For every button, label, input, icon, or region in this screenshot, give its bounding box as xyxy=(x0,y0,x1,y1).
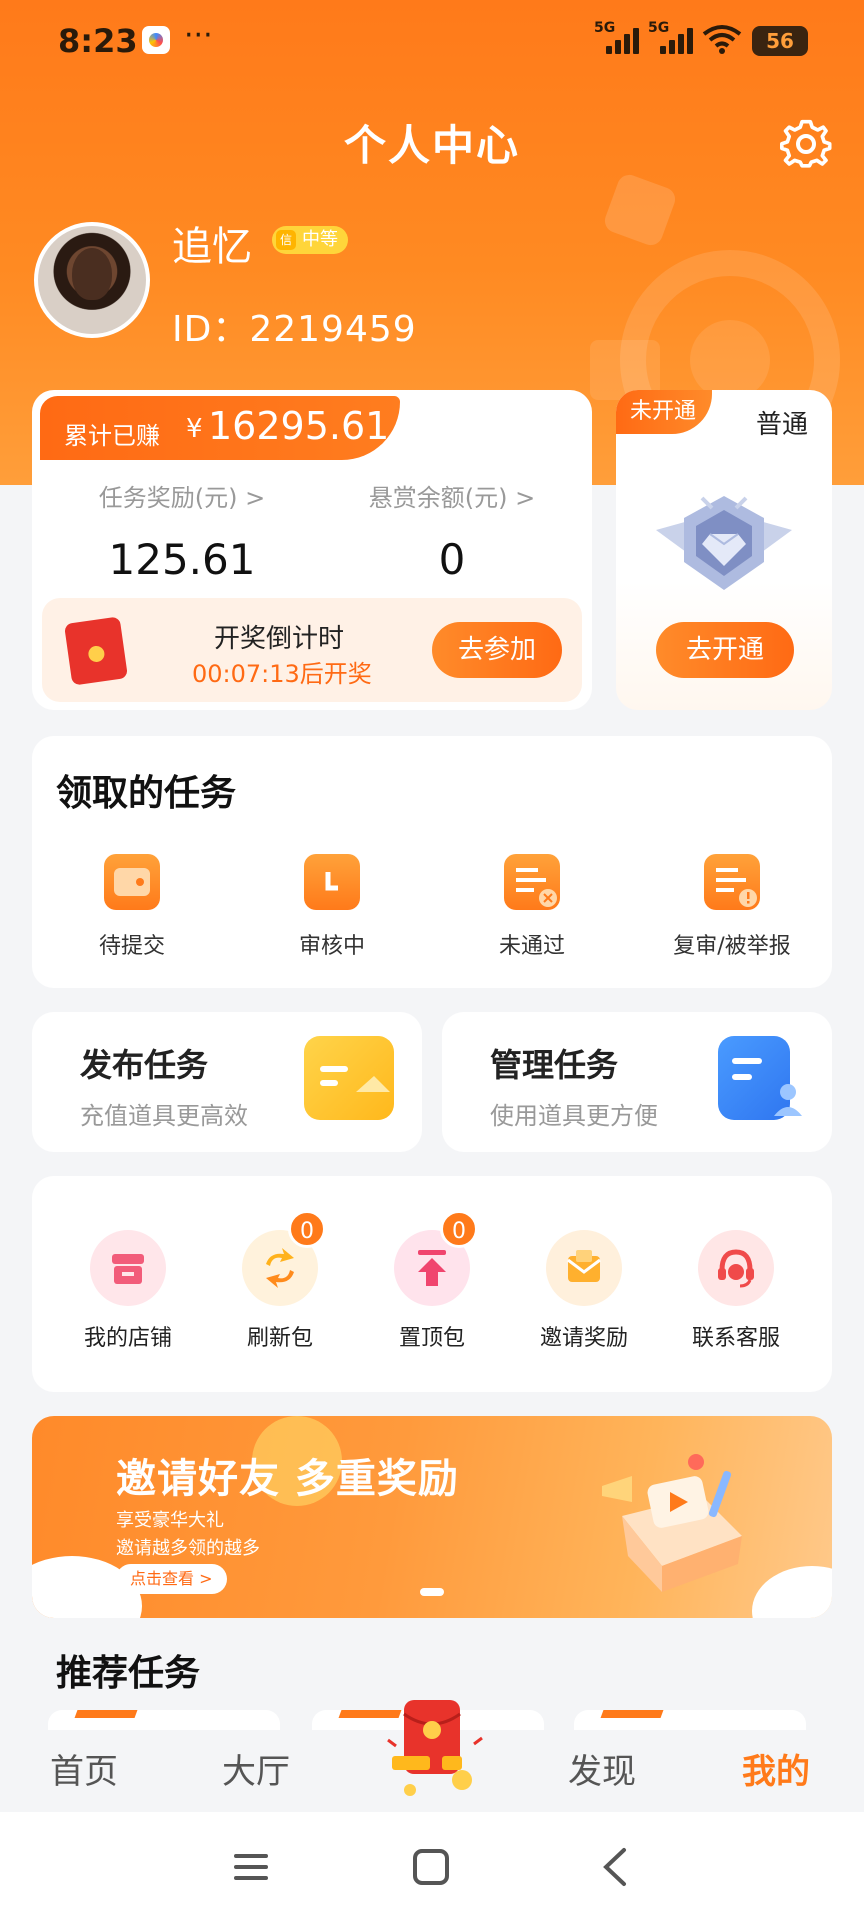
task-rejected[interactable]: 未通过 xyxy=(432,854,632,974)
tools-row: 我的店铺 0 刷新包 0 置顶包 邀请奖励 联系客服 xyxy=(32,1210,832,1352)
received-tasks-title: 领取的任务 xyxy=(56,773,237,814)
warning-doc-icon xyxy=(704,854,760,910)
vip-level: 普通 xyxy=(755,410,808,440)
signal-icon-1 xyxy=(606,26,640,54)
status-time: 8:23 xyxy=(58,22,138,60)
shop-icon xyxy=(90,1230,166,1306)
username: 追忆 xyxy=(172,224,252,270)
banner-line-1: 享受豪华大礼 xyxy=(116,1510,224,1531)
tool-my-shop-label: 我的店铺 xyxy=(83,1326,172,1351)
activate-vip-button[interactable]: 去开通 xyxy=(656,622,794,678)
red-envelope-tab-icon[interactable] xyxy=(382,1700,492,1820)
decorative-circle xyxy=(690,320,770,400)
invite-friends-banner[interactable]: 邀请好友 多重奖励 享受豪华大礼 邀请越多领的越多 点击查看 > xyxy=(32,1416,832,1618)
lottery-title: 开奖倒计时 xyxy=(214,624,345,654)
more-notifications: ··· xyxy=(184,18,213,53)
vip-card: 未开通 普通 去开通 xyxy=(616,390,832,710)
status-bar: 8:23 ··· 5G 5G 56 xyxy=(0,0,864,84)
tab-home[interactable]: 首页 xyxy=(50,1744,118,1793)
bounty-balance-stat[interactable]: 悬赏余额(元) > 0 xyxy=(322,478,582,584)
task-under-review[interactable]: 审核中 xyxy=(232,854,432,974)
task-review-reported-label: 复审/被举报 xyxy=(673,934,791,959)
refresh-pack-count-badge: 0 xyxy=(288,1210,326,1248)
clock-icon xyxy=(304,854,360,910)
join-lottery-button[interactable]: 去参加 xyxy=(432,622,562,678)
banner-view-button[interactable]: 点击查看 > xyxy=(116,1564,227,1594)
banner-cloud xyxy=(752,1566,832,1618)
publish-task-subtitle: 充值道具更高效 xyxy=(80,1102,248,1130)
publish-task-card[interactable]: 发布任务 充值道具更高效 xyxy=(32,1012,422,1152)
invite-mail-icon xyxy=(546,1230,622,1306)
banner-line-2: 邀请越多领的越多 xyxy=(116,1538,260,1559)
wallet-icon xyxy=(104,854,160,910)
tool-customer-service[interactable]: 联系客服 xyxy=(660,1230,812,1352)
total-earned-banner: 累计已赚 ¥ 16295.61 xyxy=(40,396,400,460)
banner-title: 邀请好友 多重奖励 xyxy=(116,1456,459,1502)
tab-hall[interactable]: 大厅 xyxy=(222,1744,290,1793)
earnings-card: 累计已赚 ¥ 16295.61 任务奖励(元) > 125.61 悬赏余额(元)… xyxy=(32,390,592,710)
back-icon[interactable] xyxy=(592,1842,642,1892)
tool-customer-service-label: 联系客服 xyxy=(691,1326,780,1351)
bounty-balance-value: 0 xyxy=(438,535,466,584)
signal-icon-2 xyxy=(660,26,694,54)
avatar[interactable] xyxy=(34,222,150,338)
tab-mine[interactable]: 我的 xyxy=(742,1744,810,1793)
publish-folder-icon xyxy=(304,1036,394,1120)
task-under-review-label: 审核中 xyxy=(298,934,365,959)
total-earned-value: 16295.61 xyxy=(208,404,390,448)
menu-icon[interactable] xyxy=(226,1842,276,1892)
app-notification-icon xyxy=(142,26,170,54)
task-rejected-label: 未通过 xyxy=(498,934,565,959)
pin-top-pack-count-badge: 0 xyxy=(440,1210,478,1248)
banner-page-indicator[interactable] xyxy=(420,1588,444,1596)
total-earned-label: 累计已赚 xyxy=(64,422,160,450)
tool-pin-top-pack-label: 置顶包 xyxy=(398,1326,465,1351)
tool-invite-reward[interactable]: 邀请奖励 xyxy=(508,1230,660,1352)
bounty-balance-label: 悬赏余额(元) > xyxy=(368,484,536,512)
tool-pin-top-pack[interactable]: 0 置顶包 xyxy=(356,1210,508,1352)
tool-refresh-pack[interactable]: 0 刷新包 xyxy=(204,1210,356,1352)
decorative-star xyxy=(601,171,679,249)
tool-my-shop[interactable]: 我的店铺 xyxy=(52,1230,204,1352)
tool-refresh-pack-label: 刷新包 xyxy=(246,1326,313,1351)
received-tasks-card: 领取的任务 待提交 审核中 未通过 复审/被举报 xyxy=(32,736,832,988)
task-reward-label: 任务奖励(元) > xyxy=(98,484,266,512)
system-navigation-bar xyxy=(0,1812,864,1920)
credit-level-badge: 信 中等 xyxy=(272,226,348,254)
wifi-icon xyxy=(702,24,742,62)
recommended-tasks-title: 推荐任务 xyxy=(56,1653,201,1694)
task-review-reported[interactable]: 复审/被举报 xyxy=(632,854,832,974)
publish-task-title: 发布任务 xyxy=(80,1046,209,1084)
task-reward-value: 125.61 xyxy=(108,535,256,584)
manage-document-icon xyxy=(718,1036,802,1120)
rejected-doc-icon xyxy=(504,854,560,910)
page-title: 个人中心 xyxy=(343,121,520,170)
customer-service-icon xyxy=(698,1230,774,1306)
task-status-row: 待提交 审核中 未通过 复审/被举报 xyxy=(32,854,832,974)
task-pending-submit[interactable]: 待提交 xyxy=(32,854,232,974)
tab-discover[interactable]: 发现 xyxy=(568,1744,636,1793)
gift-box-icon xyxy=(592,1446,762,1596)
credit-level-label: 中等 xyxy=(302,229,338,250)
diamond-emblem-icon xyxy=(652,490,796,600)
vip-status-tag: 未开通 xyxy=(616,390,712,434)
manage-task-subtitle: 使用道具更方便 xyxy=(490,1102,658,1130)
credit-icon: 信 xyxy=(276,230,296,250)
tools-card: 我的店铺 0 刷新包 0 置顶包 邀请奖励 联系客服 xyxy=(32,1176,832,1392)
manage-task-title: 管理任务 xyxy=(490,1046,619,1084)
task-reward-stat[interactable]: 任务奖励(元) > 125.61 xyxy=(52,478,312,584)
task-pending-submit-label: 待提交 xyxy=(98,934,165,959)
battery-indicator: 56 xyxy=(752,26,808,56)
user-id: ID：2219459 xyxy=(172,309,417,350)
currency-symbol: ¥ xyxy=(186,414,203,444)
gear-icon[interactable] xyxy=(780,118,832,170)
tool-invite-reward-label: 邀请奖励 xyxy=(539,1326,628,1351)
lottery-countdown: 开奖倒计时 00:07:13后开奖 去参加 xyxy=(42,598,582,702)
manage-task-card[interactable]: 管理任务 使用道具更方便 xyxy=(442,1012,832,1152)
red-packet-icon xyxy=(63,616,129,686)
lottery-countdown-text: 00:07:13后开奖 xyxy=(192,660,372,688)
home-square-icon[interactable] xyxy=(406,1842,456,1892)
